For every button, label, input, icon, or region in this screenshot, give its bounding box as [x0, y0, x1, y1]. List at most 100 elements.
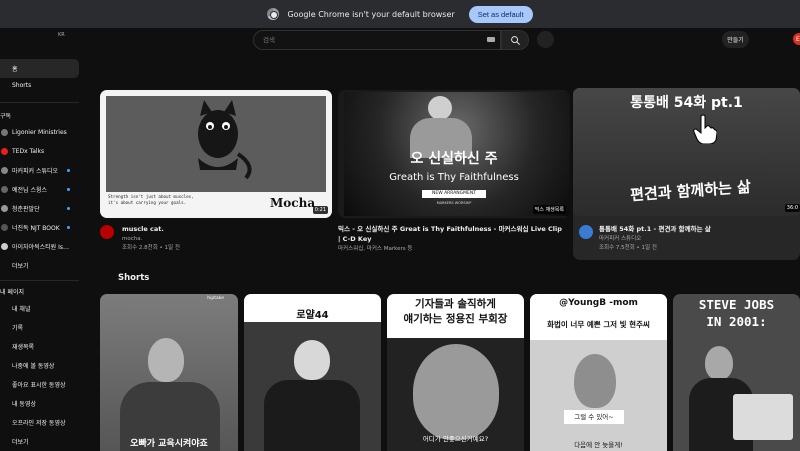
sidebar-channel[interactable]: Ligonier Ministries — [0, 123, 79, 142]
short-card[interactable]: 로얄44 — [244, 294, 381, 451]
sidebar-channel[interactable]: 예전님 스윙스 — [0, 180, 79, 199]
short-watermark: hiptake — [207, 296, 224, 301]
channel-avatar — [1, 167, 8, 174]
account-avatar[interactable]: E — [793, 33, 800, 45]
video-channel-name[interactable]: 마커피커 스튜디오 — [599, 235, 641, 244]
default-browser-banner: Google Chrome isn't your default browser… — [0, 0, 800, 28]
person-face — [413, 344, 499, 440]
sidebar-item-label: 내 동영상 — [12, 401, 36, 408]
video-channel-name[interactable]: mocha. — [122, 235, 142, 244]
sidebar-item-label: TEDx Talks — [12, 148, 45, 155]
logo-region-code: KR — [58, 32, 65, 38]
sidebar-item-label: 홈 — [12, 66, 18, 73]
channel-avatar — [1, 148, 8, 155]
video-card[interactable]: 오 신실하신 주 Greath is Thy Faithfulness NEW … — [338, 90, 570, 260]
new-content-dot — [67, 169, 70, 172]
sidebar-channel[interactable]: 아이자야씩스티원 Isaiah6tyone — [0, 237, 79, 256]
channel-avatar — [1, 224, 8, 231]
shorts-heading: Shorts — [118, 273, 150, 283]
sidebar-item-label: 마커피커 스튜디오 — [12, 168, 59, 175]
sidebar-item-your-videos[interactable]: 내 동영상 — [0, 394, 79, 413]
short-speech-bubble: 그럴 수 있어~ — [564, 410, 624, 424]
sidebar-item-downloads[interactable]: 오프라인 저장 동영상 — [0, 413, 79, 432]
new-content-dot — [67, 226, 70, 229]
thumbnail-caption-strip: Strength isn't just about muscles, it's … — [106, 192, 326, 212]
short-card[interactable]: 기자들과 솔직하게 얘기하는 정용진 부회장 어디가 안좋으신거예요? — [387, 294, 524, 451]
thumbnail-title: 통통배 54화 pt.1 — [630, 95, 743, 111]
mix-playlist-badge: 믹스 재생목록 — [532, 205, 566, 214]
sidebar-item-label: 너진독 NJT BOOK — [12, 225, 60, 232]
sidebar-divider — [0, 102, 79, 103]
channel-avatar — [1, 129, 8, 136]
sidebar-divider — [0, 280, 79, 281]
search-box[interactable] — [253, 30, 501, 50]
create-button[interactable]: 만들기 — [722, 31, 749, 48]
thumbnail-title: 오 신실하신 주 — [410, 151, 498, 167]
thumbnail-badge: NEW ARRANGMENT — [422, 190, 486, 198]
hand-cursor-icon — [693, 114, 717, 144]
search-input[interactable] — [263, 36, 463, 44]
sidebar-item-your-channel[interactable]: 내 채널 — [0, 299, 79, 318]
short-caption: 다음에 안 늦을게! — [574, 441, 623, 449]
person-body — [264, 380, 360, 451]
video-thumbnail[interactable]: 통통배 54화 pt.1 편견과 함께하는 삶 36:0 — [573, 88, 800, 216]
sidebar-item-label: 좋아요 표시한 동영상 — [12, 382, 66, 389]
sidebar: 홈 Shorts 구독 Ligonier Ministries TEDx Tal… — [0, 56, 84, 451]
short-card[interactable]: STEVE JOBS IN 2001: — [673, 294, 800, 451]
video-thumbnail[interactable]: Strength isn't just about muscles, it's … — [100, 90, 332, 218]
video-title[interactable]: muscle cat. — [122, 224, 328, 234]
sidebar-channel[interactable]: 청춘판말단 — [0, 199, 79, 218]
singer-head — [428, 96, 452, 120]
sidebar-item-label: 아이자야씩스티원 Isaiah6tyone — [12, 244, 72, 251]
masthead: KR 만들기 E — [0, 28, 800, 54]
channel-avatar — [1, 186, 8, 193]
video-title[interactable]: 통통배 54화 pt.1 - 편견과 함께하는 삶 — [599, 224, 796, 234]
you-heading: 내 페이지 — [0, 289, 24, 296]
video-thumbnail[interactable]: 오 신실하신 주 Greath is Thy Faithfulness NEW … — [338, 90, 570, 218]
short-title: @YoungB -mom — [559, 298, 638, 308]
sidebar-channel[interactable]: 마커피커 스튜디오 — [0, 161, 79, 180]
thumbnail-caption: Strength isn't just about muscles, it's … — [108, 194, 194, 205]
video-channel-name[interactable]: 마커스워십, 마커스 Markers 등 — [338, 245, 412, 254]
sidebar-item-label: 더보기 — [12, 439, 29, 446]
search-button[interactable] — [501, 30, 529, 50]
voice-search-button[interactable] — [537, 31, 554, 48]
banner-message: Google Chrome isn't your default browser — [287, 9, 455, 19]
video-card[interactable]: Strength isn't just about muscles, it's … — [100, 90, 332, 260]
sidebar-item-label: 청춘판말단 — [12, 206, 40, 213]
short-title: 기자들과 솔직하게 얘기하는 정용진 부회장 — [403, 298, 508, 325]
sidebar-item-liked-videos[interactable]: 좋아요 표시한 동영상 — [0, 375, 79, 394]
keyboard-icon[interactable] — [487, 37, 495, 42]
short-card[interactable]: hiptake 오빠가 교육시켜야죠 — [100, 294, 238, 451]
person-head — [574, 354, 616, 408]
set-as-default-button[interactable]: Set as default — [468, 5, 533, 23]
video-card-hovered[interactable]: 통통배 54화 pt.1 편견과 함께하는 삶 36:0 통통배 54화 pt.… — [573, 88, 800, 260]
short-card[interactable]: @YoungB -mom 화법이 너무 예쁜 그저 빛 현주씨 그럴 수 있어~… — [530, 294, 667, 451]
channel-avatar[interactable] — [579, 225, 593, 239]
subscriptions-heading: 구독 — [0, 113, 12, 120]
sidebar-item-watch-later[interactable]: 나중에 볼 동영상 — [0, 356, 79, 375]
sidebar-item-label: 오프라인 저장 동영상 — [12, 420, 66, 427]
sidebar-item-label: Ligonier Ministries — [12, 129, 67, 136]
person-cap — [294, 340, 330, 380]
sidebar-channel[interactable]: TEDx Talks — [0, 142, 79, 161]
search-icon — [510, 35, 520, 45]
sidebar-item-history[interactable]: 기록 — [0, 318, 79, 337]
new-content-dot — [67, 207, 70, 210]
sidebar-item-playlists[interactable]: 재생목록 — [0, 337, 79, 356]
short-caption: 어디가 안좋으신거예요? — [422, 435, 489, 443]
video-stats: 조회수 2.8천회 • 1일 전 — [122, 245, 180, 251]
sidebar-channel[interactable]: 너진독 NJT BOOK — [0, 218, 79, 237]
person-head — [148, 338, 184, 382]
video-stats: 조회수 7.5천회 • 1일 전 — [599, 245, 657, 251]
sidebar-item-show-more[interactable]: 더보기 — [0, 432, 79, 451]
sidebar-item-label: 예전님 스윙스 — [12, 187, 48, 194]
sidebar-item-shorts[interactable]: Shorts — [0, 76, 79, 95]
channel-avatar[interactable] — [100, 225, 114, 239]
video-title[interactable]: 믹스 - 오 신실하신 주 Great is Thy Faithfulness … — [338, 224, 566, 244]
channel-avatar — [1, 205, 8, 212]
thumbnail-brand: Mocha — [270, 196, 316, 210]
short-subtitle: 화법이 너무 예쁜 그저 빛 현주씨 — [547, 320, 650, 329]
sidebar-item-more-subscriptions[interactable]: 더보기 — [0, 256, 79, 275]
sidebar-item-label: 재생목록 — [12, 344, 35, 351]
